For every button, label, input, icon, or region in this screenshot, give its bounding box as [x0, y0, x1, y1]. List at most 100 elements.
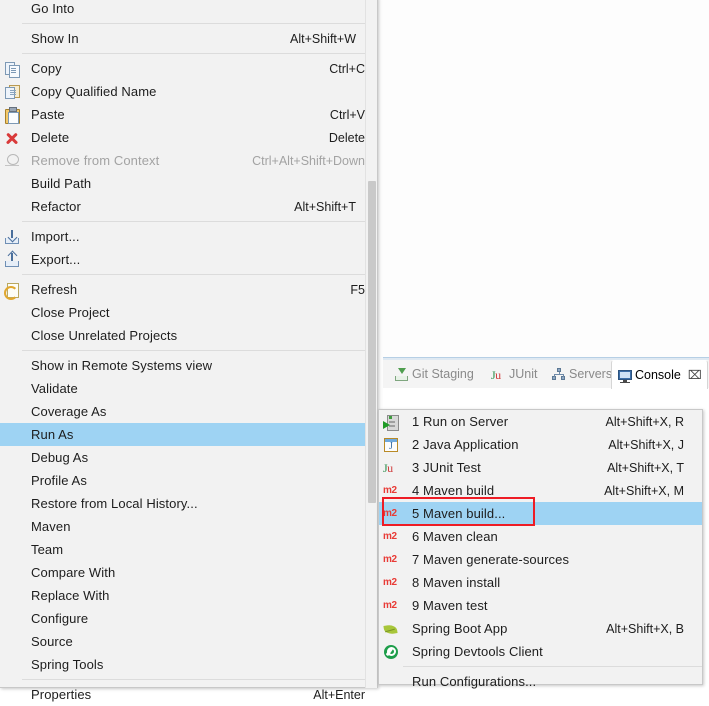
tab-label: JUnit [509, 367, 538, 381]
menu-item-label: Coverage As [31, 404, 107, 419]
menu-item-8-maven-install[interactable]: m2 8 Maven install [379, 571, 702, 594]
console-icon [617, 368, 632, 384]
menu-item-shortcut: Alt+Shift+X, J [608, 437, 684, 452]
menu-item-build-path[interactable]: Build Path› [0, 172, 377, 195]
tab-junit[interactable]: Ju JUnit [486, 360, 542, 388]
menu-item-shortcut: F5 [350, 282, 365, 297]
menu-item-label: Replace With [31, 588, 110, 603]
tab-git-staging[interactable]: Git Staging [389, 360, 479, 388]
menu-item-refresh[interactable]: Refresh F5 [0, 278, 377, 301]
menu-item-shortcut: Alt+Shift+W [290, 31, 356, 46]
spring-boot-icon [383, 621, 399, 637]
menu-item-configure[interactable]: Configure› [0, 607, 377, 630]
menu-item-label: Run As [31, 427, 74, 442]
git-staging-icon [394, 367, 409, 382]
menu-item-shortcut: Alt+Shift+X, M [604, 483, 684, 498]
copy-qualified-name-icon [4, 84, 20, 100]
menu-item-show-in-remote-systems-view[interactable]: Show in Remote Systems view [0, 354, 377, 377]
menu-item-2-java-application[interactable]: J 2 Java Application Alt+Shift+X, J [379, 433, 702, 456]
menu-item-shortcut: Ctrl+Alt+Shift+Down [252, 153, 365, 168]
refresh-icon [4, 282, 20, 300]
menu-item-label: Close Project [31, 305, 110, 320]
menu-item-label: Spring Devtools Client [412, 644, 543, 659]
menu-item-shortcut: Delete [328, 130, 365, 145]
menu-item-run-configurations[interactable]: Run Configurations... [379, 670, 702, 693]
menu-item-run-as[interactable]: Run As› [0, 423, 377, 446]
menu-item-copy-qualified-name[interactable]: Copy Qualified Name [0, 80, 377, 103]
menu-separator [22, 350, 377, 351]
menu-item-refactor[interactable]: RefactorAlt+Shift+T› [0, 195, 377, 218]
menu-item-maven[interactable]: Maven› [0, 515, 377, 538]
menu-item-1-run-on-server[interactable]: 1 Run on Server Alt+Shift+X, R [379, 410, 702, 433]
maven-icon: m2 [383, 507, 397, 519]
menu-item-label: Restore from Local History... [31, 496, 198, 511]
menu-separator [22, 53, 377, 54]
menu-item-label: Compare With [31, 565, 116, 580]
menu-item-show-in[interactable]: Show InAlt+Shift+W› [0, 27, 377, 50]
menu-item-5-maven-build[interactable]: m2 5 Maven build... [379, 502, 702, 525]
menu-item-6-maven-clean[interactable]: m2 6 Maven clean [379, 525, 702, 548]
menu-separator [403, 666, 702, 667]
menu-separator [22, 221, 377, 222]
project-context-menu[interactable]: Go IntoShow InAlt+Shift+W›CopyCtrl+CCopy… [0, 0, 378, 702]
menu-item-remove-from-context[interactable]: Remove from Context Ctrl+Alt+Shift+Down [0, 149, 377, 172]
menu-item-team[interactable]: Team› [0, 538, 377, 561]
menu-item-shortcut: Alt+Shift+X, R [605, 414, 684, 429]
maven-icon: m2 [383, 553, 397, 565]
menu-item-spring-boot-app[interactable]: Spring Boot App Alt+Shift+X, B [379, 617, 702, 640]
menu-item-validate[interactable]: Validate [0, 377, 377, 400]
menu-item-label: Validate [31, 381, 78, 396]
menu-item-close-project[interactable]: Close Project [0, 301, 377, 324]
menu-item-9-maven-test[interactable]: m2 9 Maven test [379, 594, 702, 617]
menu-item-label: Source [31, 634, 73, 649]
menu-item-replace-with[interactable]: Replace With› [0, 584, 377, 607]
menu-item-compare-with[interactable]: Compare With› [0, 561, 377, 584]
menu-item-shortcut: Ctrl+V [329, 107, 365, 122]
menu-item-label: Go Into [31, 1, 75, 16]
menu-item-spring-devtools-client[interactable]: Spring Devtools Client [379, 640, 702, 663]
run-as-submenu[interactable]: 1 Run on Server Alt+Shift+X, R J 2 Java App… [378, 409, 703, 689]
menu-item-go-into[interactable]: Go Into [0, 0, 377, 20]
menu-item-label: Build Path [31, 176, 92, 191]
servers-icon [551, 367, 566, 382]
spring-devtools-icon [383, 644, 399, 660]
close-icon[interactable]: ⌧ [688, 369, 702, 381]
menu-item-label: Show in Remote Systems view [31, 358, 213, 373]
menu-item-import[interactable]: Import... [0, 225, 377, 248]
tab-label: Console [635, 368, 681, 382]
menu-scrollbar-thumb[interactable] [368, 181, 376, 503]
menu-separator [22, 679, 377, 680]
run-on-server-icon [383, 414, 399, 431]
menu-scrollbar[interactable] [365, 0, 377, 688]
menu-item-restore-from-local-history[interactable]: Restore from Local History... [0, 492, 377, 515]
menu-item-paste[interactable]: Paste Ctrl+V [0, 103, 377, 126]
menu-item-7-maven-generate-sources[interactable]: m2 7 Maven generate-sources [379, 548, 702, 571]
menu-item-shortcut: Alt+Shift+X, B [606, 621, 684, 636]
tab-servers[interactable]: Servers [546, 360, 617, 388]
menu-item-debug-as[interactable]: Debug As› [0, 446, 377, 469]
menu-item-copy[interactable]: Copy Ctrl+C [0, 57, 377, 80]
menu-item-profile-as[interactable]: Profile As› [0, 469, 377, 492]
export-icon [4, 250, 20, 268]
menu-item-label: Configure [31, 611, 89, 626]
menu-item-label: Profile As [31, 473, 87, 488]
menu-item-3-junit-test[interactable]: Ju 3 JUnit Test Alt+Shift+X, T [379, 456, 702, 479]
tab-label: Git Staging [412, 367, 474, 381]
menu-item-properties[interactable]: Properties Alt+Enter [0, 683, 377, 706]
view-tab-bar: Git Staging Ju JUnit Servers Console ⌧ [383, 357, 709, 389]
delete-icon [4, 130, 20, 146]
menu-item-export[interactable]: Export... [0, 248, 377, 271]
menu-item-label: Refactor [31, 199, 81, 214]
menu-item-spring-tools[interactable]: Spring Tools› [0, 653, 377, 676]
menu-item-delete[interactable]: Delete Delete [0, 126, 377, 149]
menu-item-4-maven-build[interactable]: m2 4 Maven build Alt+Shift+X, M [379, 479, 702, 502]
menu-item-label: 2 Java Application [412, 437, 519, 452]
menu-item-coverage-as[interactable]: Coverage As› [0, 400, 377, 423]
maven-icon: m2 [383, 599, 397, 611]
tab-console[interactable]: Console ⌧ [611, 360, 708, 389]
menu-item-source[interactable]: Source› [0, 630, 377, 653]
menu-item-label: Show In [31, 31, 79, 46]
menu-item-close-unrelated-projects[interactable]: Close Unrelated Projects [0, 324, 377, 347]
junit-icon: Ju [383, 460, 393, 475]
menu-item-label: Team [31, 542, 64, 557]
